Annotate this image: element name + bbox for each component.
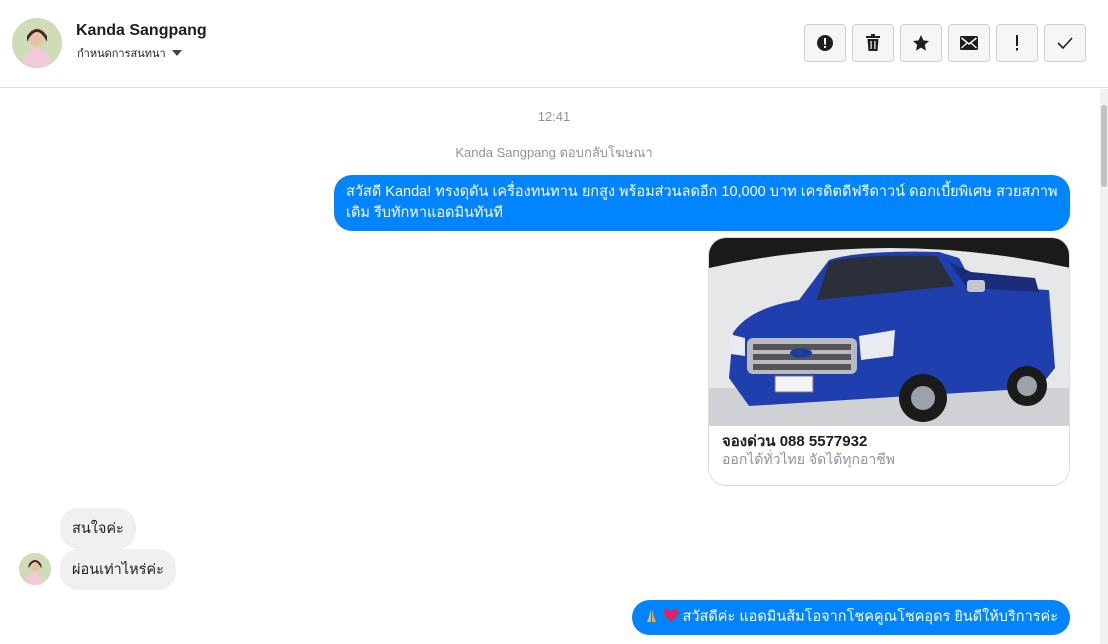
exclamation-icon (1016, 35, 1018, 51)
caret-down-icon (171, 50, 182, 56)
message-timestamp: 12:41 (537, 109, 571, 124)
ad-card[interactable]: จองด่วน 088 5577932 ออกได้ทั่วไทย จัดได้… (708, 237, 1070, 486)
star-button[interactable] (900, 24, 942, 62)
red-heart-icon (663, 609, 679, 622)
incoming-message[interactable]: สนใจค่ะ (60, 508, 136, 549)
scroll-thumb[interactable] (1101, 105, 1107, 187)
alert-circle-icon (817, 35, 833, 51)
contact-name: Kanda Sangpang (76, 22, 207, 39)
trash-icon (866, 34, 880, 51)
outgoing-message-text: สวัสดีค่ะ แอดมินส้มโอจากโชคคูณโชคอุดร ยิ… (682, 609, 1058, 625)
check-icon (1057, 37, 1073, 50)
delete-button[interactable] (852, 24, 894, 62)
ad-card-subtitle: ออกได้ทั่วไทย จัดได้ทุกอาชีพ (722, 451, 896, 467)
thread-scrollbar[interactable] (1100, 89, 1108, 644)
blue-pickup-truck-photo (709, 238, 1069, 426)
label-select-text: กำหนดการสนทนา (77, 48, 166, 60)
envelope-icon (960, 36, 978, 50)
conversation-label-dropdown[interactable]: กำหนดการสนทนา (77, 44, 182, 62)
follow-up-button[interactable] (996, 24, 1038, 62)
ad-reply-note: Kanda Sangpang ตอบกลับโฆษณา (455, 145, 653, 160)
contact-avatar[interactable] (12, 18, 62, 68)
mark-unread-button[interactable] (948, 24, 990, 62)
mark-done-button[interactable] (1044, 24, 1086, 62)
mark-spam-button[interactable] (804, 24, 846, 62)
incoming-message[interactable]: ผ่อนเท่าไหร่ค่ะ (60, 549, 176, 590)
header-actions (804, 24, 1086, 62)
folded-hands-icon (646, 609, 656, 622)
conversation-header: Kanda Sangpang กำหนดการสนทนา (0, 0, 1108, 88)
star-icon (913, 35, 929, 51)
outgoing-message[interactable]: สวัสดี Kanda! ทรงดุดัน เครื่องทนทาน ยกสู… (334, 175, 1070, 231)
outgoing-message[interactable]: สวัสดีค่ะ แอดมินส้มโอจากโชคคูณโชคอุดร ยิ… (631, 600, 1070, 635)
sender-avatar (19, 553, 51, 585)
message-thread: 12:41 Kanda Sangpang ตอบกลับโฆษณา สวัสดี… (0, 89, 1100, 644)
